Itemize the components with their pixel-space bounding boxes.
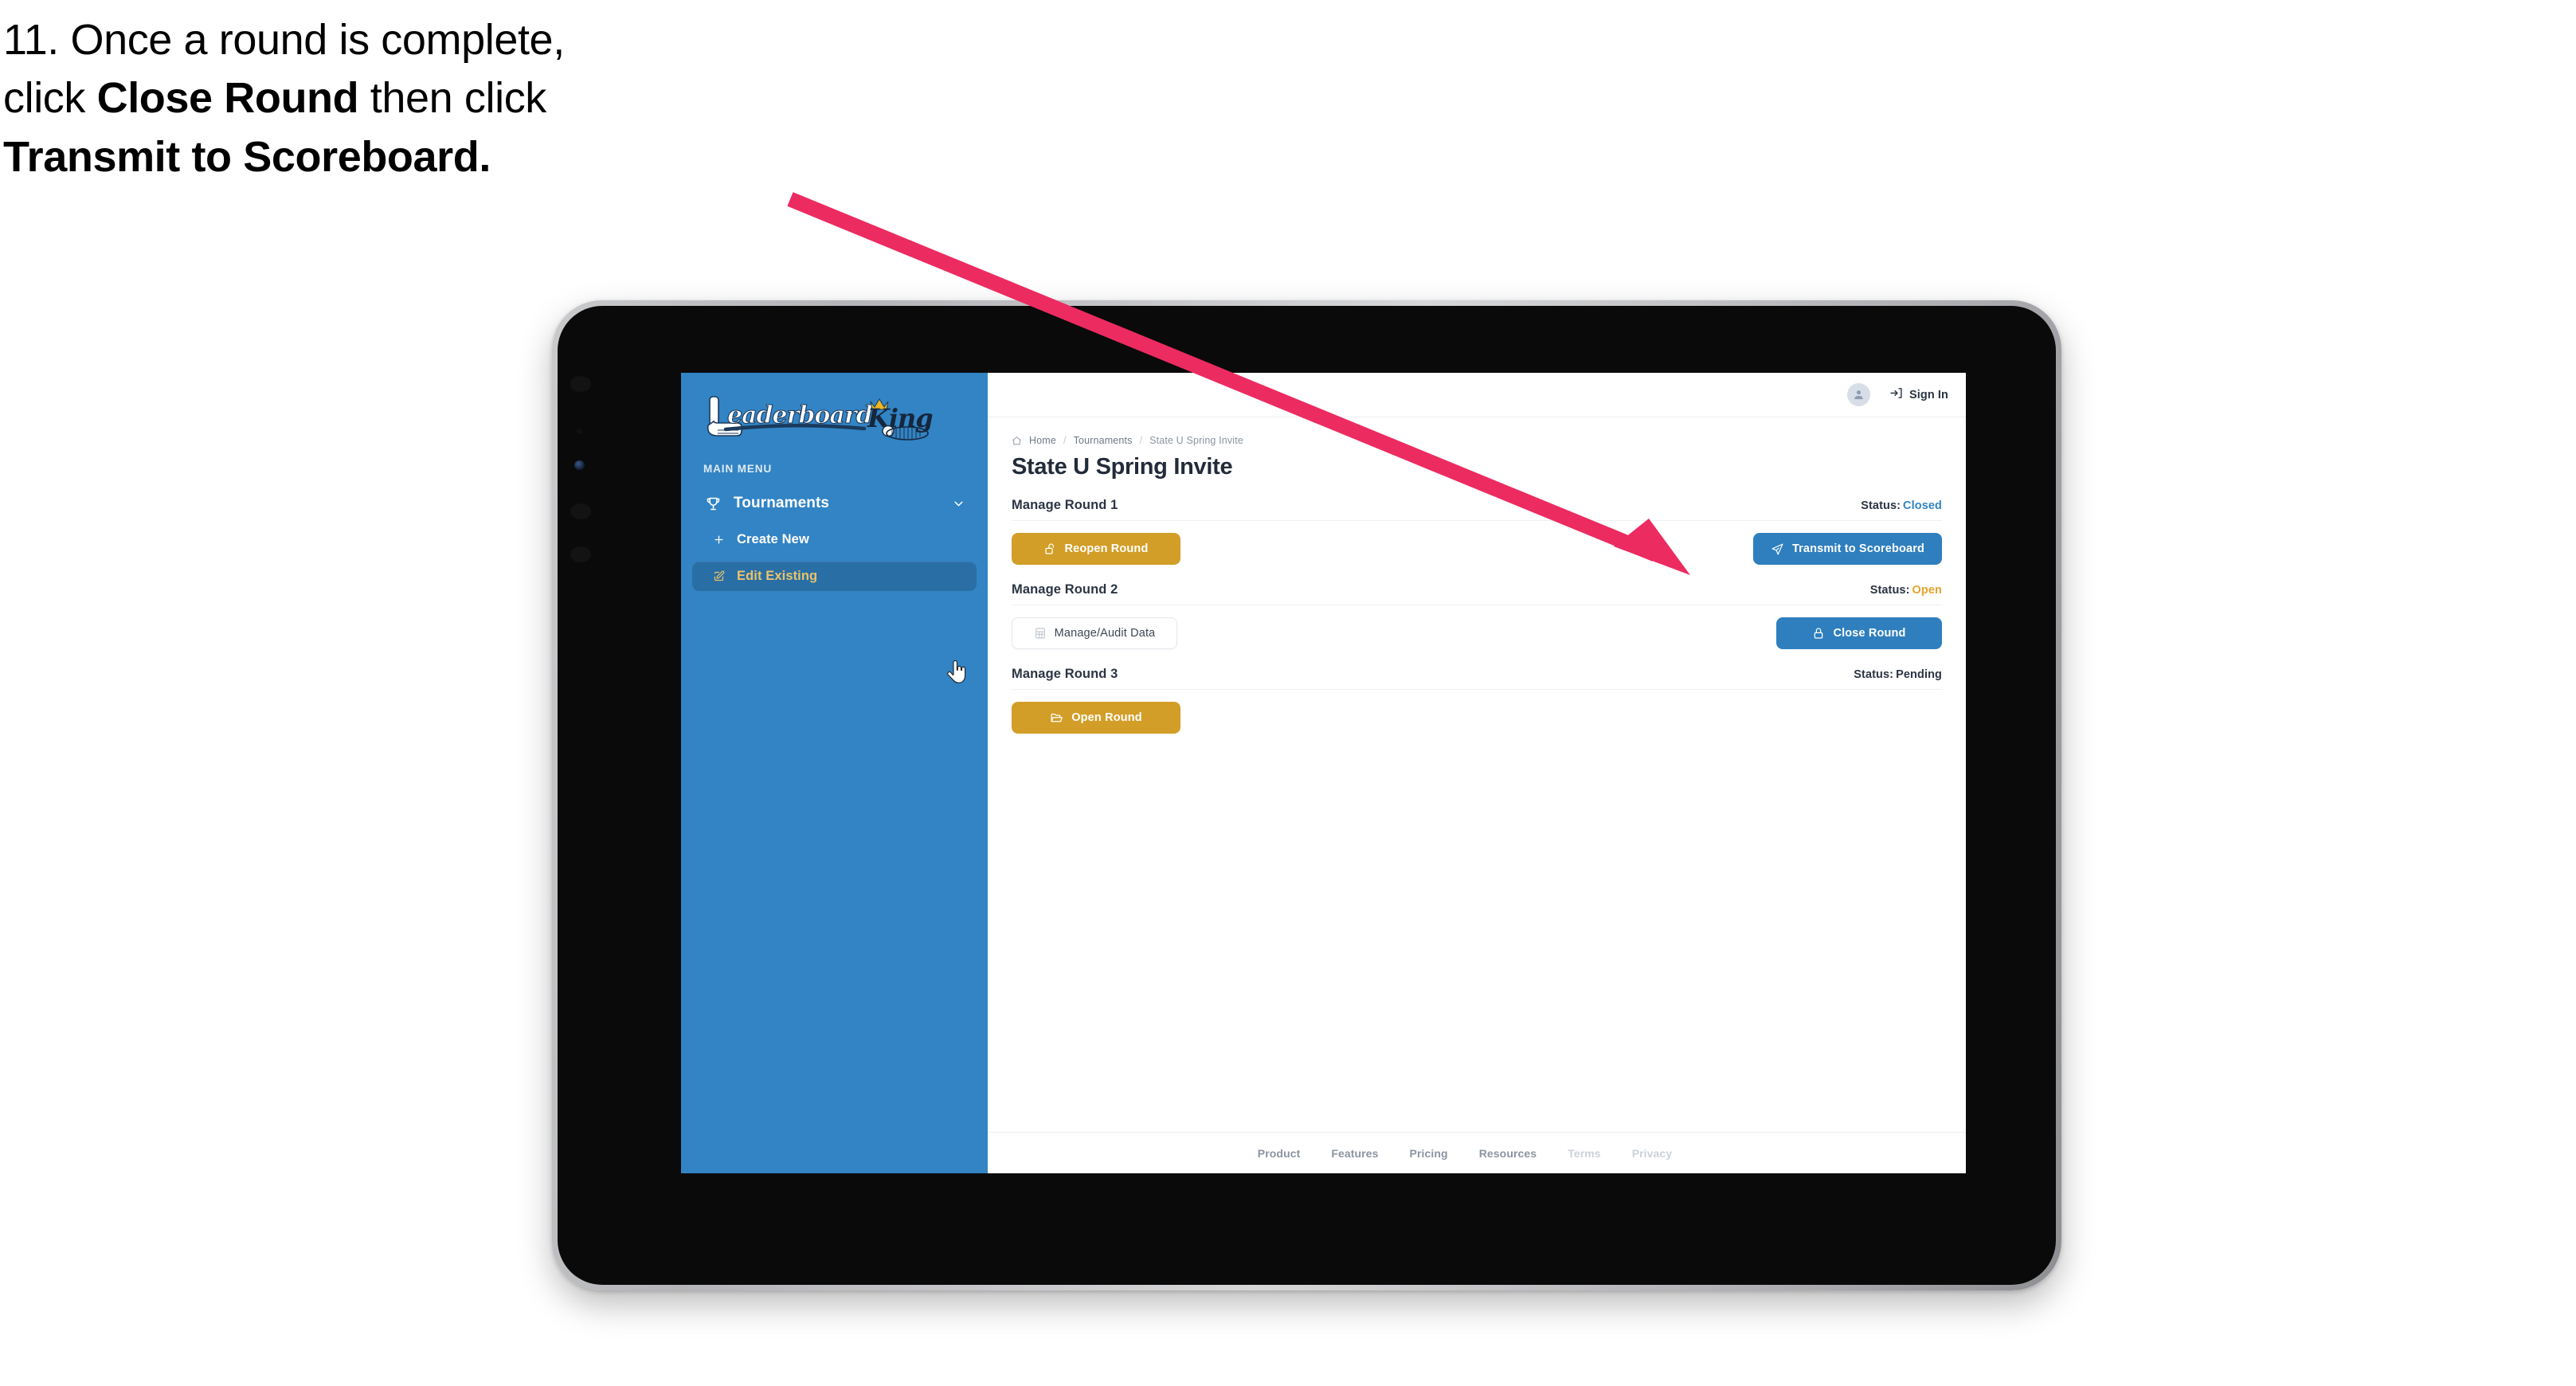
transmit-to-scoreboard-button[interactable]: Transmit to Scoreboard [1752, 533, 1942, 565]
status-value: Pending [1896, 668, 1942, 681]
sign-in-button[interactable]: Sign In [1889, 386, 1948, 404]
lock-icon [1812, 627, 1825, 640]
caption-line-2-bold: Close Round [96, 74, 359, 123]
sidebar-item-edit-existing[interactable]: Edit Existing [692, 562, 977, 591]
avatar[interactable] [1846, 383, 1870, 406]
status-label: Status: [1854, 668, 1894, 681]
speaker-dot-icon [570, 376, 591, 392]
sign-in-label: Sign In [1909, 388, 1948, 401]
breadcrumb-separator: / [1139, 435, 1143, 446]
sidebar: eaderboard King MAIN MENU Tournaments Cr… [681, 373, 988, 1173]
user-avatar-icon [1854, 390, 1863, 400]
speaker-dot-icon [570, 546, 591, 562]
footer-link-privacy[interactable]: Privacy [1632, 1147, 1673, 1160]
close-round-button[interactable]: Close Round [1776, 617, 1942, 649]
breadcrumb-item-tournaments[interactable]: Tournaments [1074, 435, 1133, 446]
tablet-bezel: eaderboard King MAIN MENU Tournaments Cr… [558, 306, 2056, 1285]
round-actions: Manage/Audit Data Close Round [1012, 617, 1942, 649]
camera-lens-icon [574, 460, 585, 470]
leaderboard-king-logo-icon: eaderboard King [707, 396, 934, 440]
status-badge: Status: Closed [1861, 499, 1942, 512]
page-content: Home / Tournaments / State U Spring Invi… [988, 417, 1966, 1132]
footer-link-resources[interactable]: Resources [1479, 1147, 1537, 1160]
caption-line-2-pre: click [3, 74, 97, 123]
status-badge: Status: Pending [1854, 668, 1942, 681]
mouse-cursor-pointer-icon [947, 660, 966, 683]
caption-line-3-bold: Transmit to Scoreboard. [3, 132, 491, 181]
sidebar-item-label: Edit Existing [737, 569, 818, 583]
round-title: Manage Round 2 [1012, 582, 1118, 597]
breadcrumb-separator: / [1063, 435, 1067, 446]
status-value: Open [1912, 584, 1942, 597]
caption-line-1-text: 11. Once a round is complete, [3, 16, 565, 64]
sign-in-icon [1889, 386, 1903, 404]
folder-open-icon [1050, 711, 1063, 725]
main-content: Sign In Home / Tournaments / State U Spr… [988, 373, 1966, 1173]
round-block: Manage Round 1 Status: Closed Reopen Rou… [1012, 498, 1942, 565]
tablet-screen: eaderboard King MAIN MENU Tournaments Cr… [681, 373, 1966, 1173]
caption-line-2: click Close Round then click [3, 69, 848, 127]
caption-line-2-post: then click [358, 74, 547, 123]
round-actions: Reopen Round Transmit to Scoreboard [1012, 533, 1942, 565]
plus-icon [710, 534, 727, 546]
button-label: Transmit to Scoreboard [1791, 542, 1924, 555]
home-icon[interactable] [1012, 436, 1022, 446]
round-header: Manage Round 3 Status: Pending [1012, 667, 1942, 690]
button-label: Open Round [1071, 711, 1142, 724]
breadcrumb-item-current: State U Spring Invite [1149, 435, 1243, 446]
breadcrumb-item-home[interactable]: Home [1029, 435, 1056, 446]
instruction-caption: 11. Once a round is complete, click Clos… [3, 11, 848, 186]
status-label: Status: [1869, 584, 1910, 597]
speaker-dot-icon [570, 503, 591, 519]
table-grid-icon [1034, 627, 1047, 640]
footer-link-features[interactable]: Features [1331, 1147, 1378, 1160]
tablet-device: eaderboard King MAIN MENU Tournaments Cr… [552, 300, 2061, 1290]
sensor-dot-icon [577, 429, 582, 434]
round-header: Manage Round 1 Status: Closed [1012, 498, 1942, 521]
footer: Product Features Pricing Resources Terms… [988, 1132, 1966, 1173]
breadcrumb: Home / Tournaments / State U Spring Invi… [1012, 435, 1942, 446]
top-bar: Sign In [988, 373, 1966, 417]
footer-link-pricing[interactable]: Pricing [1410, 1147, 1448, 1160]
reopen-round-button[interactable]: Reopen Round [1012, 533, 1180, 565]
footer-link-terms[interactable]: Terms [1568, 1147, 1600, 1160]
button-label: Reopen Round [1064, 542, 1149, 555]
round-block: Manage Round 3 Status: Pending Open Roun… [1012, 667, 1942, 734]
round-block: Manage Round 2 Status: Open Manage/Audit… [1012, 582, 1942, 649]
round-title: Manage Round 1 [1012, 498, 1118, 512]
button-label: Close Round [1833, 627, 1906, 640]
sidebar-item-label: Create New [737, 532, 809, 546]
edit-square-icon [710, 570, 727, 582]
round-actions: Open Round [1012, 702, 1942, 734]
footer-link-product[interactable]: Product [1258, 1147, 1301, 1160]
manage-audit-data-button[interactable]: Manage/Audit Data [1012, 617, 1177, 649]
status-badge: Status: Open [1870, 584, 1942, 597]
sidebar-section-label: MAIN MENU [703, 463, 773, 475]
round-header: Manage Round 2 Status: Open [1012, 582, 1942, 605]
trophy-icon [705, 494, 726, 513]
unlock-icon [1044, 542, 1057, 555]
caption-line-3: Transmit to Scoreboard. [3, 128, 848, 186]
round-title: Manage Round 3 [1012, 667, 1118, 681]
page-title: State U Spring Invite [1012, 454, 1233, 480]
paper-plane-icon [1771, 542, 1784, 556]
status-value: Closed [1903, 499, 1942, 512]
sidebar-item-create-new[interactable]: Create New [692, 525, 977, 554]
sidebar-item-tournaments[interactable]: Tournaments [695, 489, 973, 518]
caption-line-1: 11. Once a round is complete, [3, 11, 848, 69]
chevron-down-icon[interactable] [952, 497, 965, 511]
open-round-button[interactable]: Open Round [1012, 702, 1180, 734]
sidebar-item-label: Tournaments [734, 495, 830, 511]
status-label: Status: [1861, 499, 1901, 512]
app-logo[interactable]: eaderboard King [681, 373, 988, 443]
button-label: Manage/Audit Data [1054, 627, 1156, 640]
